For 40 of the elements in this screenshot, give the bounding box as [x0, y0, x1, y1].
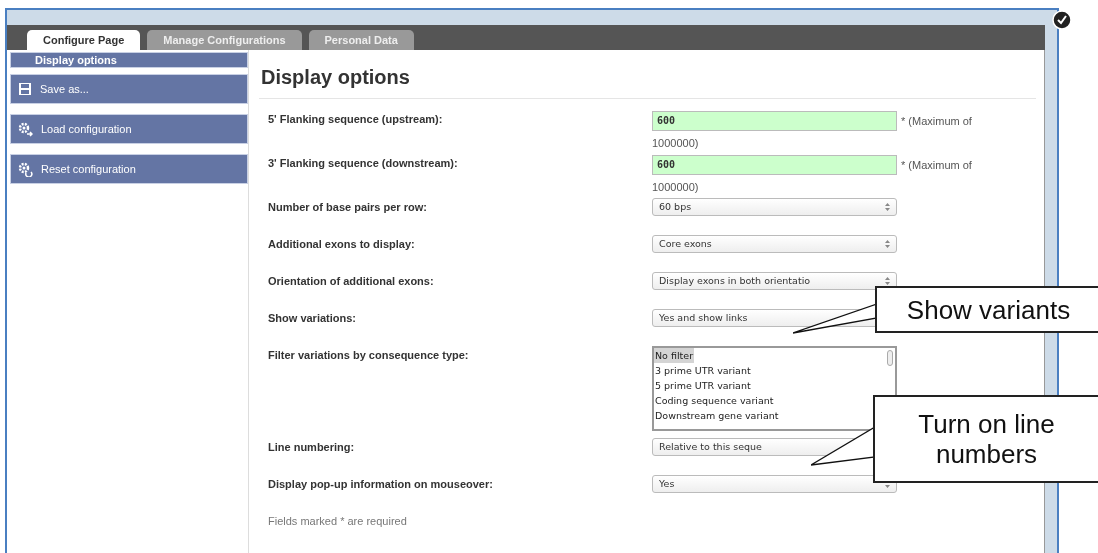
- tab[interactable]: Configure Page: [27, 30, 141, 50]
- dropdown[interactable]: 60 bps: [652, 198, 897, 216]
- up-down-arrows-icon: [885, 277, 890, 285]
- scrollbar-thumb[interactable]: [887, 350, 893, 366]
- field-label: 3' Flanking sequence (downstream):: [268, 156, 459, 171]
- gear-icon: [18, 161, 33, 177]
- list-option[interactable]: 3 prime UTR variant: [654, 363, 752, 378]
- field-label: Display pop-up information on mouseover:: [268, 477, 494, 492]
- sidebar-button[interactable]: Reset configuration: [10, 154, 248, 184]
- up-down-arrows-icon: [885, 240, 890, 248]
- field-note: * (Maximum of: [901, 158, 972, 173]
- field-note: 1000000): [652, 180, 699, 195]
- field-label: Show variations:: [268, 311, 358, 326]
- footer-note: Fields marked * are required: [268, 514, 408, 529]
- field-label: Line numbering:: [268, 440, 356, 455]
- callout-pointer: [811, 427, 876, 467]
- field-label: Number of base pairs per row:: [268, 200, 428, 215]
- field-label: Filter variations by consequence type:: [268, 348, 470, 363]
- sidebar-heading: Display options: [10, 52, 248, 68]
- check-icon[interactable]: [1052, 10, 1072, 30]
- field-label: Additional exons to display:: [268, 237, 416, 252]
- field-label: 5' Flanking sequence (upstream):: [268, 112, 444, 127]
- text-input[interactable]: 600: [652, 155, 897, 175]
- sidebar-button[interactable]: Save as...: [10, 74, 248, 104]
- up-down-arrows-icon: [885, 203, 890, 211]
- dropdown[interactable]: Yes: [652, 475, 897, 493]
- field-label: Orientation of additional exons:: [268, 274, 435, 289]
- text-input[interactable]: 600: [652, 111, 897, 131]
- dropdown[interactable]: Display exons in both orientatio: [652, 272, 897, 290]
- list-option[interactable]: Downstream gene variant: [654, 408, 780, 423]
- sidebar-button[interactable]: Load configuration: [10, 114, 248, 144]
- list-option[interactable]: Coding sequence variant: [654, 393, 775, 408]
- field-note: * (Maximum of: [901, 114, 972, 129]
- list-option[interactable]: 5 prime UTR variant: [654, 378, 752, 393]
- callout-box: Turn on line numbers: [873, 395, 1098, 483]
- dropdown[interactable]: Core exons: [652, 235, 897, 253]
- gear-icon: [18, 121, 33, 137]
- field-note: 1000000): [652, 136, 699, 151]
- page-title: Display options: [259, 50, 1036, 99]
- list-option[interactable]: No filter: [654, 348, 695, 363]
